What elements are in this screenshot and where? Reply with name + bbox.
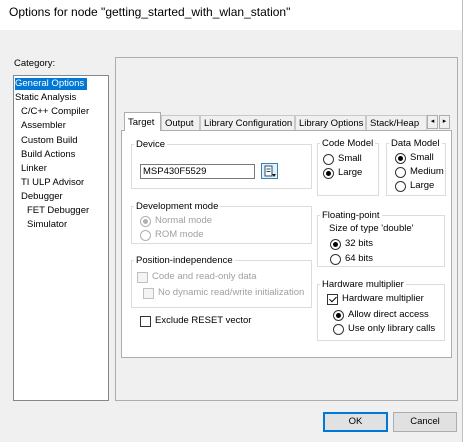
floating-point-label: Floating-point [320,210,382,221]
tab-target[interactable]: Target [124,112,161,131]
device-group-label: Device [134,139,168,150]
category-item-custom-build[interactable]: Custom Build [21,135,78,147]
device-browse-icon [264,165,276,177]
data-model-large-radio[interactable] [395,181,406,192]
position-independence-group [131,260,312,308]
code-model-large-label: Large [338,167,363,178]
fp-64-bits-label: 64 bits [345,253,373,264]
category-item-c-compiler[interactable]: C/C++ Compiler [21,106,89,118]
allow-direct-access-label: Allow direct access [348,309,429,320]
code-model-large-radio[interactable] [323,168,334,179]
exclude-reset-checkbox[interactable] [140,316,151,327]
rom-mode-label: ROM mode [155,229,204,240]
window-edge [462,0,474,442]
code-readonly-label: Code and read-only data [152,271,257,282]
no-dynamic-init-label: No dynamic read/write initialization [158,287,305,298]
device-field[interactable]: MSP430F5529 [140,164,255,179]
exclude-reset-label: Exclude RESET vector [155,315,252,326]
code-model-small-radio[interactable] [323,154,334,165]
category-item-simulator[interactable]: Simulator [27,219,67,231]
category-item-assembler[interactable]: Assembler [21,120,66,132]
category-item-build-actions[interactable]: Build Actions [21,149,75,161]
category-item-debugger[interactable]: Debugger [21,191,63,203]
library-calls-label: Use only library calls [348,323,436,334]
cancel-button[interactable]: Cancel [393,412,457,432]
position-independence-label: Position-independence [134,255,235,266]
ok-button[interactable]: OK [323,412,388,432]
hardware-multiplier-checkbox[interactable] [327,294,338,305]
library-calls-radio[interactable] [333,324,344,335]
tab-scroll-right-icon[interactable]: ▸ [439,115,450,129]
category-item-static-analysis[interactable]: Static Analysis [15,92,76,104]
device-browse-button[interactable] [261,163,278,179]
no-dynamic-init-checkbox[interactable] [143,288,154,299]
code-model-label: Code Model [320,138,376,149]
rom-mode-radio[interactable] [140,230,151,241]
data-model-label: Data Model [389,138,442,149]
tab-scroll-left-icon[interactable]: ◂ [427,115,438,129]
window-title: Options for node "getting_started_with_w… [9,5,291,19]
normal-mode-radio[interactable] [140,216,151,227]
dev-mode-label: Development mode [134,201,221,212]
tab-output[interactable]: Output [161,115,200,130]
fp-32-bits-radio[interactable] [330,239,341,250]
hardware-multiplier-group-label: Hardware multiplier [320,279,406,290]
code-readonly-checkbox[interactable] [137,272,148,283]
data-model-small-radio[interactable] [395,153,406,164]
category-item-general-options[interactable]: General Options [15,78,88,90]
fp-32-bits-label: 32 bits [345,238,373,249]
hardware-multiplier-check-label: Hardware multiplier [342,293,424,304]
code-model-small-label: Small [338,153,362,164]
tab-stack-heap[interactable]: Stack/Heap [366,115,427,130]
data-model-small-label: Small [410,152,434,163]
data-model-medium-label: Medium [410,166,444,177]
allow-direct-access-radio[interactable] [333,310,344,321]
normal-mode-label: Normal mode [155,215,213,226]
double-size-label: Size of type 'double' [329,223,414,234]
category-item-fet-debugger[interactable]: FET Debugger [27,205,89,217]
category-item-ti-ulp-advisor[interactable]: TI ULP Advisor [21,177,84,189]
title-bar: Options for node "getting_started_with_w… [0,0,474,30]
category-item-linker[interactable]: Linker [21,163,47,175]
data-model-medium-radio[interactable] [395,167,406,178]
data-model-large-label: Large [410,180,435,191]
tab-library-options[interactable]: Library Options [295,115,366,130]
category-label: Category: [14,58,56,69]
tab-scroll-arrows: ◂ ▸ [427,115,451,129]
tab-library-configuration[interactable]: Library Configuration [200,115,295,130]
fp-64-bits-radio[interactable] [330,254,341,265]
